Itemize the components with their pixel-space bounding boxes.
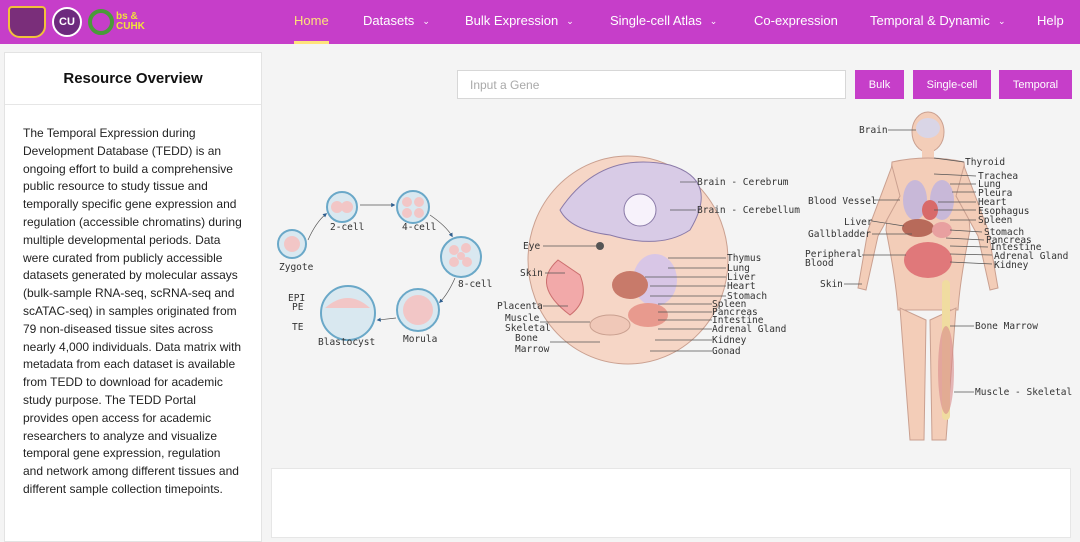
label-cerebellum: Brain - Cerebellum	[697, 205, 800, 216]
label-blood: Blood	[805, 258, 834, 269]
early-embryo-cycle: Zygote 2-cell 4-cell 8-cell Morula Blast…	[277, 190, 492, 348]
fetus-cerebellum-organ[interactable]	[623, 193, 657, 227]
morula-label: Morula	[403, 334, 437, 345]
obs-logo-circle	[88, 9, 114, 35]
chevron-down-icon: ⌄	[709, 16, 718, 26]
nav-home[interactable]: Home	[294, 0, 329, 44]
content-box	[271, 468, 1071, 538]
two-cell-blob-2	[341, 201, 353, 213]
nav-bulk-expression[interactable]: Bulk Expression ⌄	[465, 0, 574, 44]
four-cell-stage[interactable]	[396, 190, 430, 224]
fetus-intestine-organ[interactable]	[628, 303, 668, 327]
gene-search-input[interactable]	[457, 70, 846, 99]
zygote-nucleus	[284, 236, 300, 252]
morula-cell-mass	[403, 295, 433, 325]
label-kidney: Kidney	[712, 335, 747, 346]
cuhk-crest-logo[interactable]	[8, 6, 46, 38]
arrow-morula-to-blastocyst	[376, 317, 397, 322]
chevron-down-icon: ⌄	[997, 16, 1006, 26]
pe-label: PE	[292, 302, 304, 313]
nav-help[interactable]: Help	[1037, 0, 1064, 44]
eight-cell-blob-2	[461, 243, 471, 253]
four-cell-label: 4-cell	[402, 222, 436, 233]
nav-temporal-dynamic[interactable]: Temporal & Dynamic ⌄	[870, 0, 1005, 44]
eight-cell-blob-1	[449, 245, 459, 255]
four-cell-blob-3	[402, 208, 412, 218]
label-brain: Brain	[859, 125, 888, 136]
adult-muscle-organ[interactable]	[938, 326, 954, 414]
te-label: TE	[292, 322, 304, 333]
obs-cuhk-logo[interactable]: bs & CUHK	[88, 7, 150, 37]
label-eye: Eye	[523, 241, 540, 252]
eight-cell-blob-5	[457, 252, 465, 260]
adult-left-leg	[899, 307, 927, 441]
panel-title: Resource Overview	[5, 53, 261, 105]
four-cell-blob-1	[402, 197, 412, 207]
arrow-zygote-to-2cell	[307, 213, 328, 241]
label-adult-skin: Skin	[820, 279, 843, 290]
label-adrenal-gland: Adrenal Gland	[712, 324, 786, 335]
label-placenta: Placenta	[497, 301, 543, 312]
nav-single-cell-atlas[interactable]: Single-cell Atlas ⌄	[610, 0, 717, 44]
fetus-limb	[589, 314, 631, 336]
label-adult-liver: Liver	[844, 217, 873, 228]
nav-datasets[interactable]: Datasets ⌄	[363, 0, 430, 44]
eight-cell-blob-3	[449, 257, 459, 267]
temporal-search-button[interactable]: Temporal	[999, 70, 1072, 99]
development-illustration: Zygote 2-cell 4-cell 8-cell Morula Blast…	[277, 111, 1072, 441]
single-cell-search-button[interactable]: Single-cell	[913, 70, 991, 99]
four-cell-blob-2	[414, 197, 424, 207]
adult-intestine-organ[interactable]	[904, 242, 952, 278]
label-blood-vessel: Blood Vessel	[808, 196, 877, 207]
overview-description: The Temporal Expression during Developme…	[23, 126, 242, 496]
label-skin: Skin	[520, 268, 543, 279]
label-bone-marrow: Bone Marrow	[975, 321, 1038, 332]
blastocyst-label: Blastocyst	[318, 337, 375, 348]
cu-medicine-logo[interactable]: CU	[52, 7, 82, 37]
blastocyst-stage[interactable]	[320, 285, 376, 341]
resource-overview-panel: Resource Overview The Temporal Expressio…	[4, 52, 262, 542]
fetus-illustration: Brain - Cerebrum Brain - Cerebellum Eye …	[497, 155, 800, 365]
chevron-down-icon: ⌄	[422, 16, 430, 26]
label-bone: Bone	[515, 333, 538, 344]
label-thyroid: Thyroid	[965, 157, 1005, 168]
obs-logo-text: bs & CUHK	[116, 11, 145, 32]
label-cerebrum: Brain - Cerebrum	[697, 177, 789, 188]
fetus-liver-organ[interactable]	[612, 271, 648, 299]
adult-brain-organ[interactable]	[916, 118, 940, 138]
label-adult-kidney: Kidney	[994, 260, 1029, 271]
logo-group: CU bs & CUHK	[8, 4, 150, 40]
arrow-8cell-to-morula	[439, 277, 456, 303]
label-gallbladder: Gallbladder	[808, 229, 871, 240]
chevron-down-icon: ⌄	[566, 16, 574, 26]
eight-cell-label: 8-cell	[458, 279, 492, 290]
cu-logo-text: CU	[59, 16, 75, 28]
label-muscle-skeletal: Muscle - Skeletal	[975, 387, 1072, 398]
label-adult-spleen: Spleen	[978, 215, 1012, 226]
four-cell-blob-4	[414, 208, 424, 218]
adult-stomach-organ[interactable]	[932, 222, 952, 238]
bulk-search-button[interactable]: Bulk	[855, 70, 904, 99]
two-cell-label: 2-cell	[330, 222, 364, 233]
label-marrow: Marrow	[515, 344, 550, 355]
adult-body-illustration: Brain Thyroid Trachea Lung Pleura Heart …	[805, 111, 1072, 441]
zygote-label: Zygote	[279, 262, 314, 273]
label-gonad: Gonad	[712, 346, 741, 357]
fetus-eye-organ[interactable]	[596, 242, 604, 250]
nav-co-expression[interactable]: Co-expression	[754, 0, 838, 44]
top-navbar: CU bs & CUHK Home Datasets ⌄ Bulk Expressi…	[0, 0, 1080, 44]
